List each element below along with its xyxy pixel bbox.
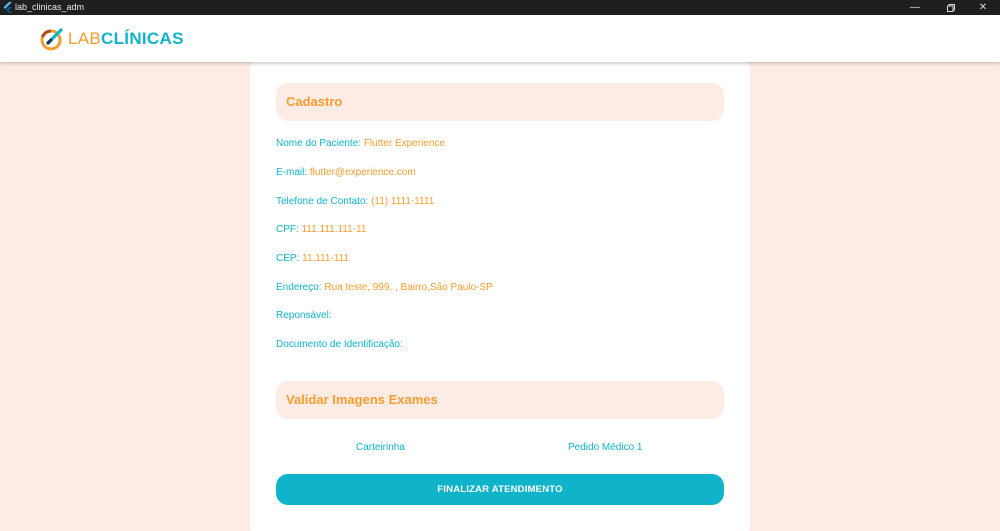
field-cpf-value: 111.111.111-11 (301, 224, 367, 235)
window-title: lab_clinicas_adm (15, 2, 85, 12)
field-responsavel-label: Reponsável: (276, 310, 332, 321)
logo-text-clinicas: CLÍNICAS (101, 29, 184, 48)
field-cpf-label: CPF: (276, 224, 302, 235)
field-documento-label: Documento de Identificação: (276, 339, 403, 350)
field-email-label: E-mail: (276, 167, 310, 178)
field-endereco: Endereço: Rua teste, 999, , Bairro,São P… (276, 281, 493, 294)
restore-button[interactable] (934, 0, 968, 15)
field-nome-value: Flutter Experience (363, 138, 445, 149)
close-icon: ✕ (978, 2, 988, 13)
field-nome-label: Nome do Paciente: (276, 138, 364, 149)
field-telefone-label: Telefone de Contato: (276, 196, 372, 207)
field-documento: Documento de Identificação: (276, 338, 403, 351)
logo-icon (40, 28, 63, 51)
cadastro-title: Cadastro (286, 94, 343, 109)
field-nome: Nome do Paciente: Flutter Experience (276, 137, 445, 150)
validar-imagens-header: Validar Imagens Exames (276, 381, 724, 419)
main-card: Cadastro Nome do Paciente: Flutter Exper… (250, 58, 750, 531)
minimize-icon: — (910, 2, 920, 13)
field-telefone: Telefone de Contato: (11) 1111-1111 (276, 195, 434, 208)
field-responsavel: Reponsável: (276, 309, 332, 322)
field-telefone-value: (11) 1111-1111 (371, 196, 435, 207)
field-endereco-value: Rua teste, 999, , Bairro,São Paulo-SP (324, 282, 493, 293)
field-cep: CEP: 11.111-111 (276, 252, 349, 265)
restore-icon (947, 3, 955, 12)
finalizar-atendimento-button[interactable]: FINALIZAR ATENDIMENTO (276, 474, 724, 505)
app-header: LABCLÍNICAS (0, 15, 1000, 62)
flutter-app-icon (3, 2, 12, 13)
close-button[interactable]: ✕ (966, 0, 1000, 15)
window-titlebar: lab_clinicas_adm — ✕ (0, 0, 1000, 15)
field-cep-value: 11.111-111 (302, 253, 350, 264)
field-endereco-label: Endereço: (276, 282, 325, 293)
logo-wordmark: LABCLÍNICAS (68, 28, 184, 50)
logo-text-lab: LAB (68, 29, 102, 48)
field-cep-label: CEP: (276, 253, 303, 264)
carteirinha-link[interactable]: Carteirinha (356, 441, 405, 454)
field-email: E-mail: flutter@experience.com (276, 166, 416, 179)
field-cpf: CPF: 111.111.111-11 (276, 223, 366, 236)
cadastro-header: Cadastro (276, 83, 724, 121)
validar-imagens-title: Validar Imagens Exames (286, 392, 438, 407)
field-email-value: flutter@experience.com (309, 167, 416, 178)
pedido-medico-link[interactable]: Pedido Médico 1 (568, 441, 643, 454)
minimize-button[interactable]: — (898, 0, 932, 15)
